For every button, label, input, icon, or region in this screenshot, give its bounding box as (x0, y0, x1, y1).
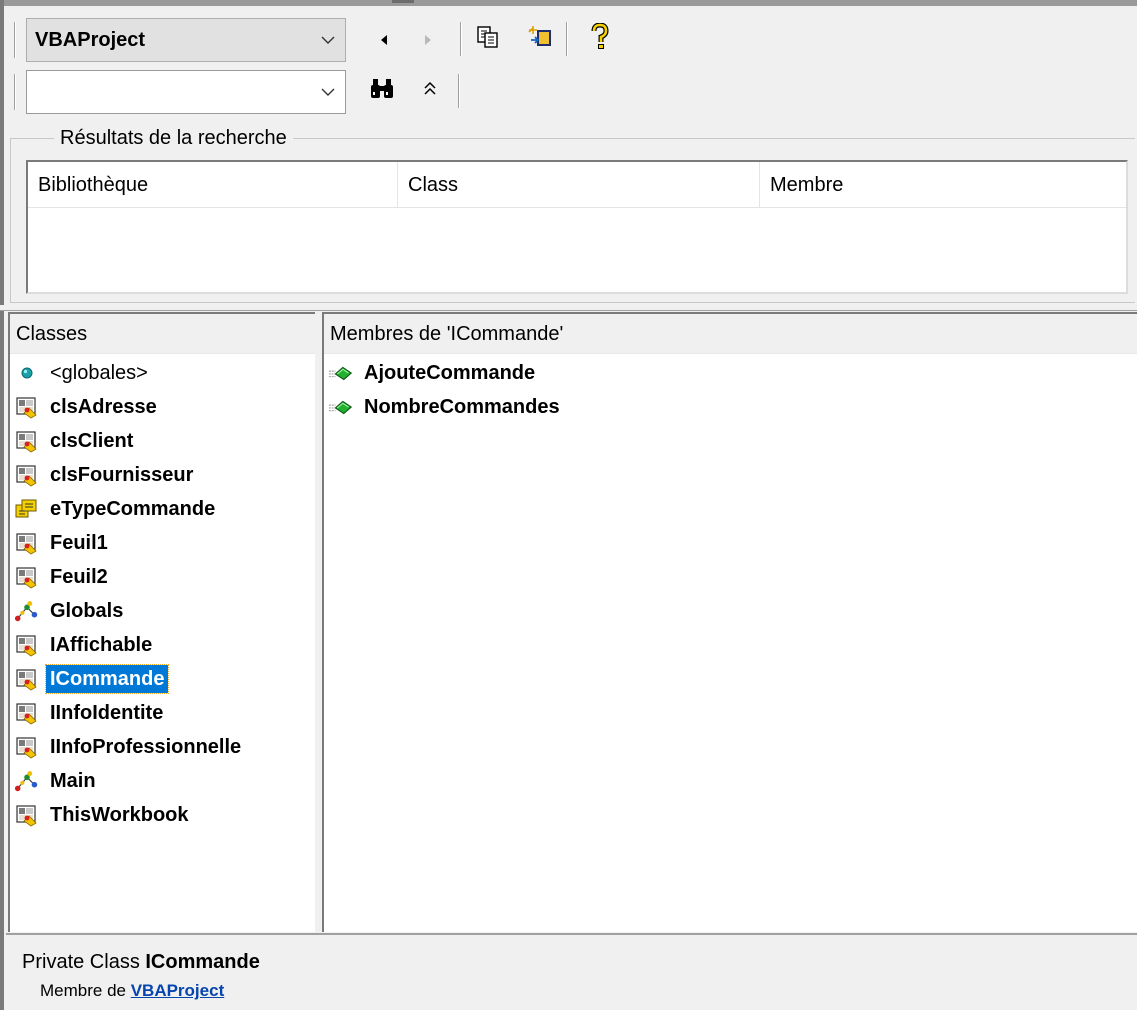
details-class-name: ICommande (145, 951, 260, 973)
vertical-splitter[interactable] (315, 312, 322, 932)
class-list-item[interactable]: Globals (14, 594, 315, 628)
class-module-icon (14, 700, 40, 726)
member-list-item-label: AjouteCommande (364, 362, 536, 384)
column-header-class[interactable]: Class (398, 162, 760, 208)
search-button[interactable] (366, 74, 398, 110)
toolbar-grip[interactable] (14, 22, 16, 58)
class-list-item[interactable]: clsClient (14, 424, 315, 458)
class-list-item-label: IAffichable (50, 634, 153, 656)
class-module-icon (14, 530, 40, 556)
copy-button[interactable] (472, 22, 504, 58)
search-results-list[interactable]: Bibliothèque Class Membre (26, 160, 1128, 294)
class-list-item-label: Globals (50, 600, 124, 622)
library-combo[interactable]: VBAProject (26, 18, 346, 62)
class-list-item[interactable]: IAffichable (14, 628, 315, 662)
class-list-item[interactable]: ThisWorkbook (14, 798, 315, 832)
column-header-member[interactable]: Membre (760, 162, 1126, 208)
details-member-of-label: Membre de (40, 981, 131, 1000)
class-list-item[interactable]: clsAdresse (14, 390, 315, 424)
class-list-item-label: Main (50, 770, 96, 792)
class-list-item-label: clsClient (50, 430, 134, 452)
class-module-icon (14, 428, 40, 454)
class-module-icon (14, 394, 40, 420)
classes-pane[interactable]: Classes <globales> clsAdresse clsClient cls… (8, 312, 315, 932)
right-arrow-icon (423, 29, 433, 52)
class-list-item-label: <globales> (50, 362, 148, 384)
class-list-item[interactable]: Feuil1 (14, 526, 315, 560)
member-list-item[interactable]: NombreCommandes (328, 390, 1137, 424)
class-list-item-label: IInfoIdentite (50, 702, 164, 724)
class-module-icon (14, 564, 40, 590)
class-list-item-label: Feuil1 (50, 532, 108, 554)
class-list-item-label: clsAdresse (50, 396, 157, 418)
class-list-item[interactable]: Main (14, 764, 315, 798)
details-signature: Private Class ICommande (22, 951, 260, 974)
class-list-item[interactable]: Feuil2 (14, 560, 315, 594)
search-combo[interactable] (26, 70, 346, 114)
members-list[interactable]: AjouteCommande NombreCommandes (328, 356, 1137, 424)
class-module-icon (14, 632, 40, 658)
class-list-item[interactable]: IInfoIdentite (14, 696, 315, 730)
binoculars-icon (369, 77, 395, 107)
chevron-down-icon[interactable] (311, 71, 345, 113)
class-list-item[interactable]: <globales> (14, 356, 315, 390)
class-list-item-label: Feuil2 (50, 566, 108, 588)
class-list-item[interactable]: IInfoProfessionnelle (14, 730, 315, 764)
column-header-library[interactable]: Bibliothèque (28, 162, 398, 208)
member-list-item-label: NombreCommandes (364, 396, 560, 418)
toolbar-separator (460, 22, 462, 56)
class-module-icon (14, 666, 40, 692)
search-results-title: Résultats de la recherche (54, 125, 293, 151)
class-module-icon (14, 802, 40, 828)
search-results-header: Bibliothèque Class Membre (28, 162, 1126, 208)
standard-module-icon (14, 768, 40, 794)
member-list-item[interactable]: AjouteCommande (328, 356, 1137, 390)
method-icon (328, 360, 354, 386)
standard-module-icon (14, 598, 40, 624)
forward-button[interactable] (412, 22, 444, 58)
toolbar-grip[interactable] (14, 74, 16, 110)
double-chevron-up-icon (423, 80, 437, 104)
class-list-item-label: ThisWorkbook (50, 804, 189, 826)
class-list-item[interactable]: eTypeCommande (14, 492, 315, 526)
class-list-item-label: eTypeCommande (50, 498, 216, 520)
enum-icon (14, 496, 40, 522)
window-left-border (0, 0, 4, 1010)
class-list-item-label: IInfoProfessionnelle (50, 736, 242, 758)
details-pane: Private Class ICommande Membre de VBAPro… (6, 933, 1137, 1010)
class-list-item[interactable]: ICommande (14, 662, 315, 696)
details-member-of: Membre de VBAProject (40, 981, 224, 1001)
horizontal-splitter[interactable] (0, 305, 1137, 311)
library-combo-value: VBAProject (35, 28, 146, 51)
toggle-results-button[interactable] (414, 74, 446, 110)
class-list-item-label: ICommande (44, 664, 170, 694)
classes-header: Classes (10, 314, 315, 354)
back-button[interactable] (368, 22, 400, 58)
help-button[interactable] (584, 22, 616, 58)
method-icon (328, 394, 354, 420)
members-pane[interactable]: Membres de 'ICommande' AjouteCommande Nom… (322, 312, 1137, 932)
classes-list[interactable]: <globales> clsAdresse clsClient clsFourniss… (14, 356, 315, 832)
globals-dot-icon (14, 360, 40, 386)
chevron-down-icon[interactable] (311, 19, 345, 61)
toolbar-separator (458, 74, 460, 108)
left-arrow-icon (379, 29, 389, 52)
view-definition-button[interactable] (524, 22, 556, 58)
class-module-icon (14, 462, 40, 488)
copy-icon (476, 25, 500, 55)
class-list-item[interactable]: clsFournisseur (14, 458, 315, 492)
details-prefix: Private Class (22, 951, 146, 973)
class-list-item-label: clsFournisseur (50, 464, 194, 486)
toolbar-separator (566, 22, 568, 56)
view-definition-icon (527, 24, 553, 56)
members-header: Membres de 'ICommande' (324, 314, 1137, 354)
help-icon (590, 22, 610, 57)
class-module-icon (14, 734, 40, 760)
window-top-border (0, 0, 1137, 6)
details-project-link[interactable]: VBAProject (131, 981, 225, 1000)
